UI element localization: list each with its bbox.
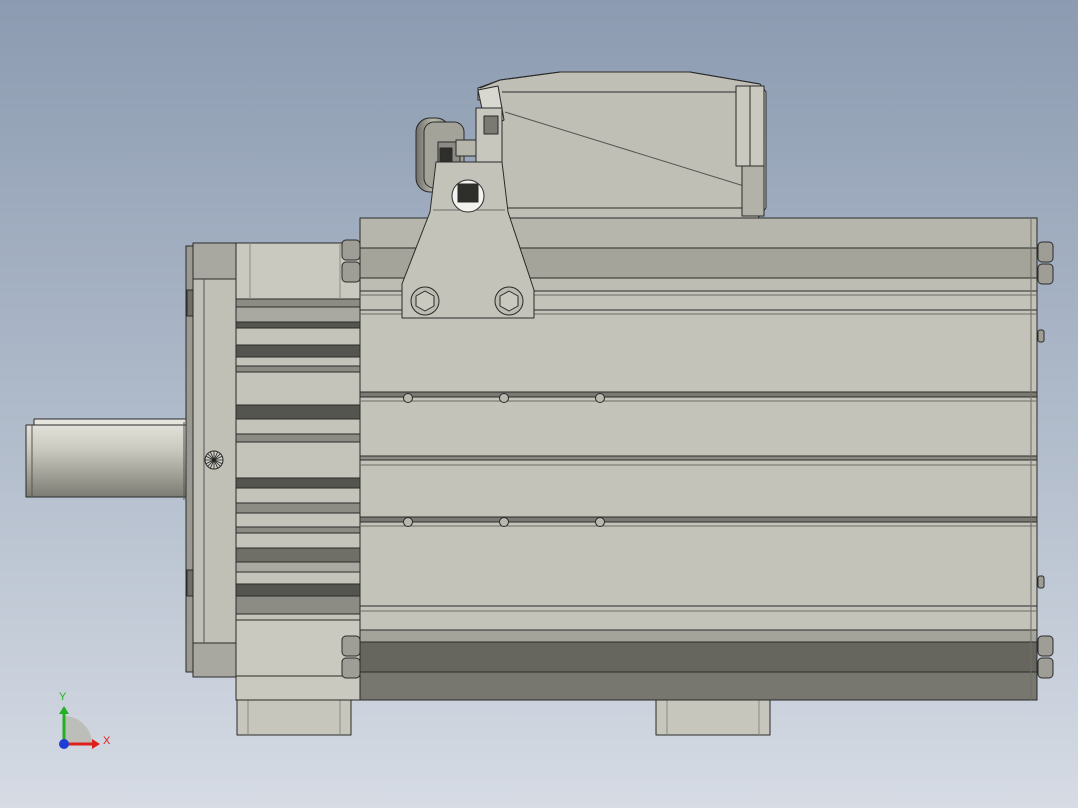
- axis-triad: X Y: [59, 691, 111, 749]
- output-shaft: [25, 418, 191, 500]
- x-axis-label: X: [103, 735, 111, 747]
- cad-viewport[interactable]: X Y: [0, 0, 1078, 808]
- front-foot: [236, 699, 352, 736]
- terminal-box: [477, 71, 767, 219]
- rear-foot: [655, 699, 771, 736]
- motor-drawing: X Y: [25, 71, 1054, 749]
- rear-nuts: [1037, 241, 1054, 679]
- adapter-housing: [235, 242, 362, 701]
- z-axis-dot: [59, 739, 69, 749]
- grounding-screw: [204, 450, 224, 470]
- y-axis-label: Y: [59, 691, 67, 703]
